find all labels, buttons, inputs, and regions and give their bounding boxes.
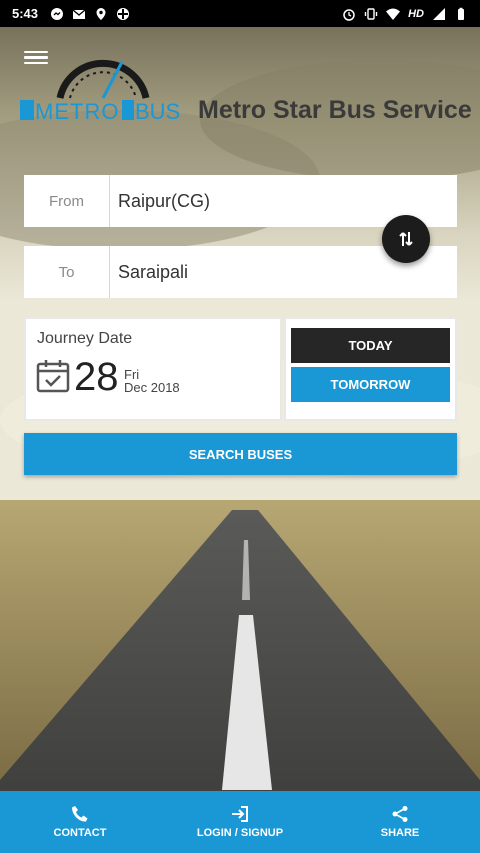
phone-icon [72, 806, 88, 822]
quick-date-box: TODAY TOMORROW [284, 317, 457, 421]
signal-icon [433, 7, 445, 20]
wifi-icon [386, 8, 401, 20]
nav-contact-label: CONTACT [53, 827, 107, 839]
hamburger-menu-icon[interactable] [24, 48, 48, 68]
journey-day: 28 [74, 355, 119, 399]
journey-month-year: Dec 2018 [124, 380, 180, 395]
gmail-icon [72, 9, 86, 19]
to-label: To [24, 246, 110, 298]
nav-contact[interactable]: CONTACT [0, 791, 160, 853]
status-bar: 5:43 HD [0, 0, 480, 27]
road-background-image [0, 0, 480, 853]
logo-text-bus: BUS [135, 99, 180, 124]
today-button[interactable]: TODAY [291, 328, 450, 363]
share-icon [392, 806, 408, 822]
swap-button[interactable] [382, 215, 430, 263]
nav-login-signup[interactable]: LOGIN / SIGNUP [160, 791, 320, 853]
hd-label: HD [408, 7, 424, 20]
brand-title: Metro Star Bus Service [198, 96, 472, 124]
vibrate-icon [364, 7, 378, 20]
bottom-nav: CONTACT LOGIN / SIGNUP SHARE [0, 791, 480, 853]
from-label: From [24, 175, 110, 227]
to-value[interactable]: Saraipali [110, 262, 457, 283]
search-buses-button[interactable]: SEARCH BUSES [24, 433, 457, 475]
location-icon [96, 7, 106, 20]
journey-date-box[interactable]: Journey Date 28 Fri Dec 2018 [24, 317, 282, 421]
logo-text-metro: METRO [35, 99, 119, 124]
nav-share-label: SHARE [380, 827, 420, 839]
messenger-icon [51, 7, 64, 20]
battery-icon [458, 7, 464, 20]
app-icon [117, 7, 130, 20]
alarm-icon [343, 8, 355, 21]
login-icon [232, 806, 248, 822]
tomorrow-button[interactable]: TOMORROW [291, 367, 450, 402]
journey-date-label: Journey Date [37, 330, 133, 347]
nav-share[interactable]: SHARE [320, 791, 480, 853]
from-value[interactable]: Raipur(CG) [110, 191, 457, 212]
status-time: 5:43 [12, 6, 39, 21]
calendar-check-icon [36, 360, 70, 393]
swap-vertical-icon [399, 232, 413, 246]
nav-login-label: LOGIN / SIGNUP [196, 827, 284, 839]
